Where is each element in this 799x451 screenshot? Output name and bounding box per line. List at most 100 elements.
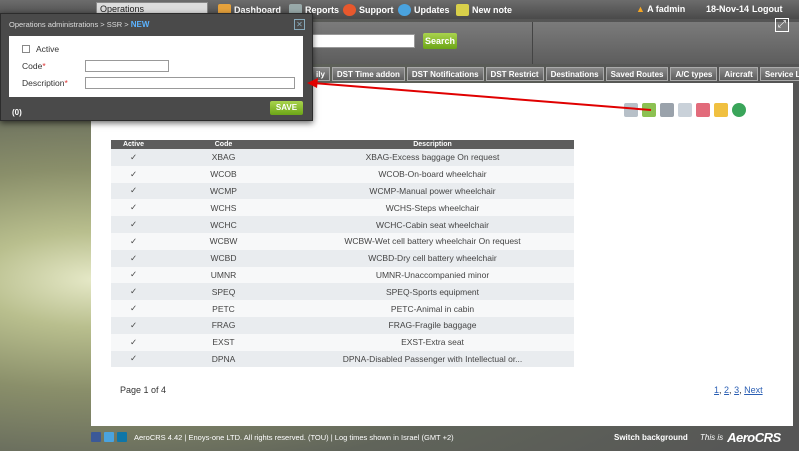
table-header-row: Active Code Description [111,140,574,149]
user-name[interactable]: ▲ A fadmin [636,4,685,14]
table-row[interactable]: ✓ WCMP WCMP-Manual power wheelchair [111,182,574,200]
code-cell: WCMP [156,182,291,200]
table-row[interactable]: ✓ SPEQ SPEQ-Sports equipment [111,283,574,301]
table-row[interactable]: ✓ WCHS WCHS-Steps wheelchair [111,199,574,217]
description-cell: XBAG-Excess baggage On request [291,149,574,166]
switch-background-link[interactable]: Switch background [614,433,688,442]
active-check-cell: ✓ [111,316,156,334]
code-label: Code [22,61,43,71]
description-row: Description * [22,78,68,88]
table-row[interactable]: ✓ XBAG XBAG-Excess baggage On request [111,149,574,166]
active-check-cell: ✓ [111,199,156,217]
table-row[interactable]: ✓ WCOB WCOB-On-board wheelchair [111,165,574,183]
active-check-cell: ✓ [111,333,156,351]
save-button[interactable]: SAVE [270,101,303,115]
active-checkbox[interactable] [22,45,30,53]
page-info: Page 1 of 4 [120,385,167,395]
ssr-table: Active Code Description ✓ XBAG XBAG-Excess… [111,140,574,368]
twitter-icon [398,4,411,16]
export-icon[interactable] [678,103,692,117]
footer-text: AeroCRS 4.42 | Enoys-one LTD. All rights… [134,432,454,442]
description-cell: WCMP-Manual power wheelchair [291,182,574,200]
next-link[interactable]: Next [744,385,763,395]
logout-link[interactable]: Logout [752,4,783,14]
brand-logo: AeroCRS [727,430,781,445]
code-cell: WCBW [156,232,291,250]
add-icon[interactable] [642,103,656,117]
expand-icon[interactable]: ⤢ [775,18,789,32]
dialog-breadcrumb-new: NEW [130,20,150,29]
delete-icon[interactable] [696,103,710,117]
tab-dst-restrict[interactable]: DST Restrict [485,67,544,81]
code-cell: SPEQ [156,283,291,301]
active-row: Active [22,44,59,54]
description-cell: UMNR-Unaccompanied minor [291,266,574,284]
tab-service-loads[interactable]: Service Loads [759,67,799,81]
column-header-code[interactable]: Code [156,140,291,149]
linkedin-icon[interactable] [117,432,127,442]
search-list-icon[interactable] [624,103,638,117]
code-cell: WCHC [156,216,291,233]
active-check-cell: ✓ [111,300,156,317]
pagination: 1, 2, 3, Next [714,385,763,395]
code-row: Code * [22,61,46,71]
code-field[interactable] [85,60,169,72]
table-row[interactable]: ✓ WCBW WCBW-Wet cell battery wheelchair On… [111,232,574,250]
note-icon [456,4,469,16]
tab-ac-types[interactable]: A/C types [670,67,718,81]
description-cell: WCHS-Steps wheelchair [291,199,574,217]
main-panel: Active Code Description ✓ XBAG XBAG-Excess… [91,83,793,426]
tab-aircraft[interactable]: Aircraft [719,67,758,81]
active-check-cell: ✓ [111,249,156,267]
refresh-icon[interactable] [732,103,746,117]
tab-dst-notifications[interactable]: DST Notifications [406,67,484,81]
table-row[interactable]: ✓ WCHC WCHC-Cabin seat wheelchair [111,216,574,233]
support-icon [343,4,356,16]
record-count: (0) [12,108,22,117]
code-cell: WCHS [156,199,291,217]
facebook-icon[interactable] [91,432,101,442]
dialog-breadcrumb: Operations administrations > SSR > NEW [9,20,149,29]
nav-updates[interactable]: Updates [398,3,450,17]
nav-support-label: Support [359,5,394,15]
code-required-mark: * [42,61,46,71]
tab-destinations[interactable]: Destinations [545,67,604,81]
table-row[interactable]: ✓ PETC PETC-Animal in cabin [111,300,574,317]
tab-dst-time-addon[interactable]: DST Time addon [331,67,405,81]
description-field[interactable] [85,77,295,89]
code-cell: PETC [156,300,291,317]
active-label: Active [36,44,60,54]
code-cell: UMNR [156,266,291,284]
nav-support[interactable]: Support [343,3,394,17]
toolbar [624,103,746,117]
code-cell: DPNA [156,350,291,368]
search-input[interactable] [310,34,415,48]
tab-daily[interactable]: ily [311,67,330,81]
nav-new-note[interactable]: New note [456,3,512,17]
search-button[interactable]: Search [423,33,457,49]
tab-saved-routes[interactable]: Saved Routes [605,67,669,81]
user-name-label: A fadmin [647,4,686,14]
code-cell: WCOB [156,165,291,183]
active-check-cell: ✓ [111,266,156,284]
table-row[interactable]: ✓ EXST EXST-Extra seat [111,333,574,351]
table-row[interactable]: ✓ WCBD WCBD-Dry cell battery wheelchair [111,249,574,267]
email-icon[interactable] [714,103,728,117]
description-cell: FRAG-Fragile baggage [291,316,574,334]
print-icon[interactable] [660,103,674,117]
search-row: Search [300,22,799,64]
nav-updates-label: Updates [414,5,450,15]
dialog-breadcrumb-path: Operations administrations > SSR > [9,20,131,29]
table-row[interactable]: ✓ UMNR UMNR-Unaccompanied minor [111,266,574,284]
table-row[interactable]: ✓ FRAG FRAG-Fragile baggage [111,316,574,334]
column-header-active[interactable]: Active [111,140,156,149]
ssr-form: Active Code * Description * [9,36,303,97]
table-row[interactable]: ✓ DPNA DPNA-Disabled Passenger with Intell… [111,350,574,368]
column-header-description[interactable]: Description [291,140,574,149]
user-icon: ▲ [636,4,645,14]
description-label: Description [22,78,65,88]
description-required-mark: * [64,78,68,88]
twitter-icon[interactable] [104,432,114,442]
close-icon[interactable]: ✕ [294,19,305,30]
code-cell: WCBD [156,249,291,267]
